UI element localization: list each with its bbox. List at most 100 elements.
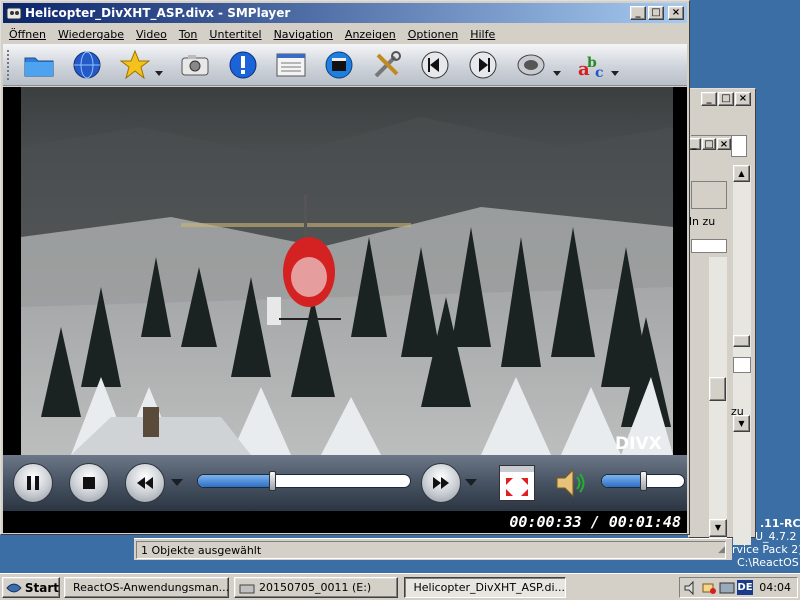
camera-screenshot-icon xyxy=(181,55,209,76)
subtitles-abc-icon: abc xyxy=(578,55,604,81)
start-button[interactable]: Start xyxy=(2,577,60,598)
rewind-button[interactable] xyxy=(125,463,165,503)
reactos-logo-icon xyxy=(6,583,22,592)
task-button-drive[interactable]: 20150705_0011 (E:) xyxy=(234,577,398,598)
task-button-smplayer[interactable]: Helicopter_DivXHT_ASP.di... xyxy=(404,577,566,598)
bg-inner-titlebar[interactable]: _ □ × xyxy=(687,137,731,155)
preferences-button[interactable] xyxy=(369,48,405,82)
time-display: 00:00:33 / 00:01:48 xyxy=(509,513,681,531)
bg-scroll-thumb[interactable] xyxy=(733,335,750,347)
bg-scroll-field xyxy=(733,357,751,373)
playback-controls xyxy=(3,455,687,511)
close-button[interactable]: × xyxy=(668,6,684,20)
menu-video[interactable]: Video xyxy=(130,28,173,41)
bg-scrollbar[interactable]: ▲ ▼ xyxy=(733,165,751,545)
bg-maximize-button[interactable]: □ xyxy=(718,92,734,106)
bg-inner-scrollbar[interactable] xyxy=(709,257,727,557)
start-label: Start xyxy=(24,580,59,595)
system-tray: DE 04:04 xyxy=(679,577,798,598)
bg-inner-maximize-button[interactable]: □ xyxy=(702,138,716,150)
svg-text:c: c xyxy=(595,65,604,81)
status-text: 1 Objekte ausgewählt xyxy=(136,541,726,559)
clapperboard-icon xyxy=(325,51,353,79)
video-area[interactable]: DIVX xyxy=(3,87,687,455)
drive-icon xyxy=(239,584,255,593)
fullscreen-icon xyxy=(500,466,534,496)
media-info-button[interactable] xyxy=(321,48,357,82)
menubar: Öffnen Wiedergabe Video Ton Untertitel N… xyxy=(3,24,687,44)
stop-button[interactable] xyxy=(69,463,109,503)
bg-inner-close-button[interactable]: × xyxy=(717,138,731,150)
rewind-dropdown-arrow[interactable] xyxy=(171,479,183,486)
network-tray-icon[interactable] xyxy=(701,580,717,596)
smplayer-app-icon xyxy=(6,7,22,20)
star-favorites-icon xyxy=(119,49,151,80)
bg-minimize-button[interactable]: _ xyxy=(701,92,717,106)
info-button[interactable] xyxy=(225,48,261,82)
subtitles-dropdown-arrow[interactable] xyxy=(611,71,619,76)
titlebar[interactable]: Helicopter_DivXHT_ASP.divx - SMPlayer _ … xyxy=(3,3,687,23)
fullscreen-button[interactable] xyxy=(499,465,535,501)
forward-dropdown-arrow[interactable] xyxy=(465,479,477,486)
stop-icon xyxy=(83,477,95,489)
previous-button[interactable] xyxy=(417,48,453,82)
next-button[interactable] xyxy=(465,48,501,82)
desktop-text-version: .11-RC xyxy=(760,517,800,530)
info-icon xyxy=(229,51,257,79)
seek-slider-knob[interactable] xyxy=(268,471,276,491)
minimize-button[interactable]: _ xyxy=(630,6,646,20)
volume-slider-fill xyxy=(602,475,644,487)
toolbar-grip[interactable] xyxy=(7,50,11,80)
menu-optionen[interactable]: Optionen xyxy=(402,28,464,41)
video-frame: DIVX xyxy=(21,87,673,455)
audio-menu-button[interactable] xyxy=(513,48,549,82)
resize-grip-icon[interactable]: ◢ xyxy=(718,545,730,557)
pause-button[interactable] xyxy=(13,463,53,503)
screenshot-button[interactable] xyxy=(177,48,213,82)
menu-wiedergabe[interactable]: Wiedergabe xyxy=(52,28,130,41)
speaker-volume-icon xyxy=(556,468,585,498)
bg-close-button[interactable]: × xyxy=(735,92,751,106)
volume-slider-knob[interactable] xyxy=(640,471,647,491)
divx-watermark: DIVX xyxy=(615,434,662,454)
favorites-button[interactable] xyxy=(117,48,153,82)
forward-button[interactable] xyxy=(421,463,461,503)
background-window[interactable]: _ □ × _ □ × ln zu ▲ ▼ zu ▼ xyxy=(687,88,756,557)
bg-partial-text-1: ln zu xyxy=(689,215,716,228)
subtitles-menu-button[interactable]: abc xyxy=(573,48,609,82)
language-indicator[interactable]: DE xyxy=(737,580,753,595)
previous-icon xyxy=(421,51,449,79)
time-display-bar: 00:00:33 / 00:01:48 xyxy=(3,511,687,533)
task-button-appmanager[interactable]: ReactOS-Anwendungsman... xyxy=(64,577,229,598)
open-url-button[interactable] xyxy=(69,48,105,82)
maximize-button[interactable]: □ xyxy=(648,6,664,20)
bg-address-field[interactable] xyxy=(731,135,747,157)
seek-slider[interactable] xyxy=(197,474,411,488)
playlist-button[interactable] xyxy=(273,48,309,82)
menu-navigation[interactable]: Navigation xyxy=(268,28,339,41)
mute-button[interactable] xyxy=(553,465,589,501)
bg-inner-scroll-thumb[interactable] xyxy=(709,377,726,401)
favorites-dropdown-arrow[interactable] xyxy=(155,71,163,76)
forward-icon xyxy=(433,477,449,489)
audio-menu-icon xyxy=(517,54,545,76)
audio-dropdown-arrow[interactable] xyxy=(553,71,561,76)
background-window-titlebar[interactable]: _ □ × xyxy=(689,89,755,109)
open-folder-button[interactable] xyxy=(21,48,57,82)
taskbar: Start ReactOS-Anwendungsman... 20150705_… xyxy=(0,573,800,600)
menu-oeffnen[interactable]: Öffnen xyxy=(3,28,52,41)
smplayer-window[interactable]: Helicopter_DivXHT_ASP.divx - SMPlayer _ … xyxy=(0,0,690,535)
menu-hilfe[interactable]: Hilfe xyxy=(464,28,501,41)
clock[interactable]: 04:04 xyxy=(759,581,791,594)
display-tray-icon[interactable] xyxy=(719,580,735,596)
menu-untertitel[interactable]: Untertitel xyxy=(203,28,267,41)
task-label: Helicopter_DivXHT_ASP.di... xyxy=(413,581,565,594)
volume-tray-icon[interactable] xyxy=(683,580,699,596)
globe-icon xyxy=(73,51,101,79)
bg-scroll-up-button[interactable]: ▲ xyxy=(733,165,750,182)
bg-scroll-down-lower[interactable]: ▼ xyxy=(709,519,727,537)
bg-partial-text-2: zu xyxy=(731,405,744,418)
menu-anzeigen[interactable]: Anzeigen xyxy=(339,28,402,41)
menu-ton[interactable]: Ton xyxy=(173,28,204,41)
seek-slider-fill xyxy=(198,475,273,487)
